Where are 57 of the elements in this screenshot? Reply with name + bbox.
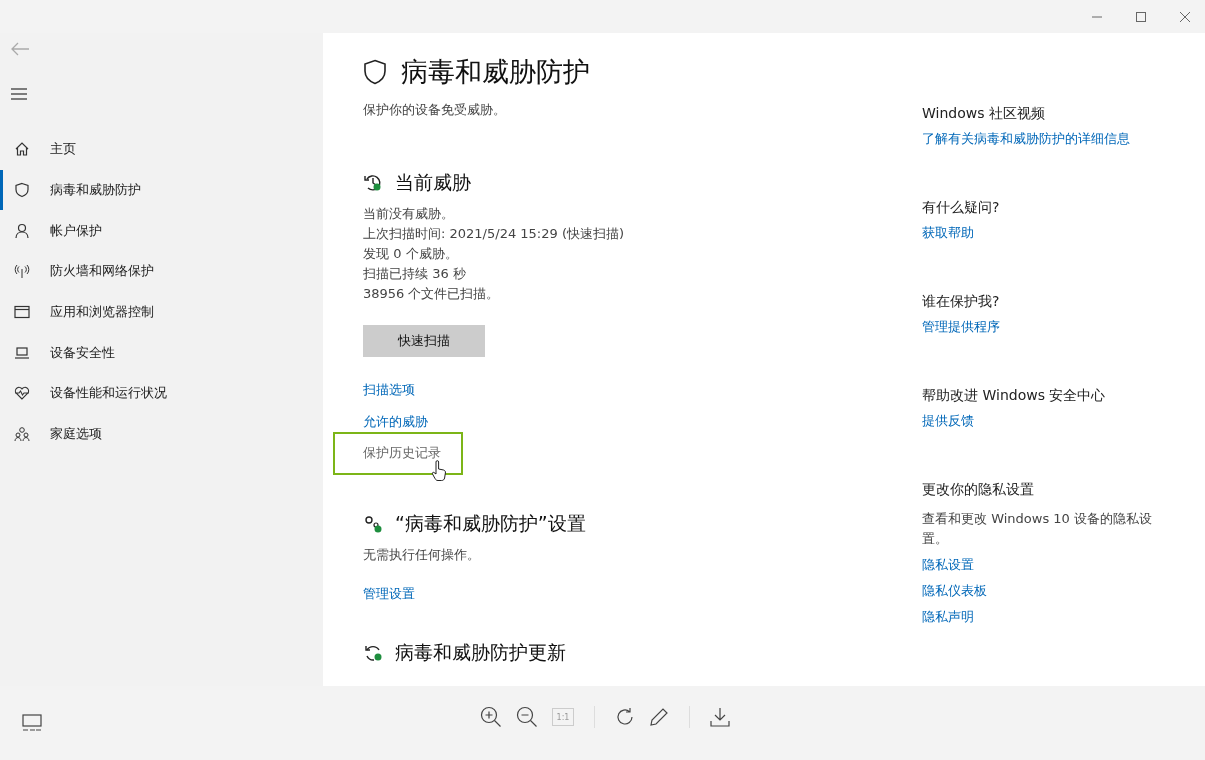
link[interactable]: 保护历史记录 bbox=[363, 445, 441, 460]
refresh-check-icon bbox=[363, 643, 383, 663]
rotate-icon[interactable] bbox=[615, 707, 635, 727]
sidebar-item[interactable]: 主页 bbox=[0, 129, 323, 170]
thumbnails-icon[interactable] bbox=[22, 714, 42, 732]
status-text: 当前没有威胁。 bbox=[363, 205, 454, 223]
aside-heading: 有什么疑问? bbox=[922, 198, 1000, 217]
link[interactable]: 了解有关病毒和威胁防护的详细信息 bbox=[922, 129, 1130, 149]
heart-pulse-icon bbox=[14, 385, 30, 402]
sidebar-item[interactable]: 防火墙和网络保护 bbox=[0, 251, 323, 292]
aside-text: 查看和更改 Windows 10 设备的隐私设置。 bbox=[922, 510, 1153, 548]
status-text: 38956 个文件已扫描。 bbox=[363, 285, 500, 303]
pencil-icon[interactable] bbox=[649, 707, 669, 727]
status-text: 扫描已持续 36 秒 bbox=[363, 265, 466, 283]
shield-icon bbox=[14, 182, 30, 199]
antenna-icon bbox=[14, 263, 30, 280]
person-icon bbox=[14, 222, 30, 239]
link[interactable]: 获取帮助 bbox=[922, 223, 974, 243]
sidebar-item[interactable]: 帐户保护 bbox=[0, 210, 323, 252]
link[interactable]: 管理设置 bbox=[363, 586, 415, 601]
page-title: 病毒和威胁防护 bbox=[401, 55, 590, 89]
status-text: 上次扫描时间: 2021/5/24 15:29 (快速扫描) bbox=[363, 225, 625, 243]
aside-heading: 更改你的隐私设置 bbox=[922, 480, 1034, 499]
aside-heading: Windows 社区视频 bbox=[922, 104, 1045, 123]
page-subtitle: 保护你的设备免受威胁。 bbox=[363, 101, 507, 119]
download-icon[interactable] bbox=[710, 707, 730, 727]
zoom-in-icon[interactable] bbox=[480, 706, 502, 728]
link[interactable]: 隐私声明 bbox=[922, 607, 974, 627]
link[interactable]: 提供反馈 bbox=[922, 411, 974, 431]
section-heading: 当前威胁 bbox=[395, 170, 471, 195]
sidebar-item[interactable]: 应用和浏览器控制 bbox=[0, 291, 323, 333]
status-text: 无需执行任何操作。 bbox=[363, 546, 480, 564]
section-heading: 病毒和威胁防护更新 bbox=[395, 640, 566, 665]
quick-scan-button[interactable]: 快速扫描 bbox=[363, 325, 485, 357]
clock-check-icon bbox=[363, 173, 383, 193]
sidebar-item[interactable]: 设备性能和运行状况 bbox=[0, 373, 323, 414]
status-text: 发现 0 个威胁。 bbox=[363, 245, 458, 263]
link[interactable]: 隐私设置 bbox=[922, 555, 974, 575]
aside-heading: 谁在保护我? bbox=[922, 292, 1000, 311]
section-heading: “病毒和威胁防护”设置 bbox=[395, 511, 586, 536]
laptop-icon bbox=[14, 344, 30, 361]
maximize-icon[interactable] bbox=[1135, 10, 1147, 23]
close-icon[interactable] bbox=[1179, 10, 1191, 23]
link[interactable]: 允许的威胁 bbox=[363, 414, 428, 429]
aside-heading: 帮助改进 Windows 安全中心 bbox=[922, 386, 1106, 405]
home-icon bbox=[14, 141, 30, 158]
menu-icon[interactable] bbox=[10, 88, 28, 100]
browser-window-icon bbox=[14, 304, 30, 321]
hand-cursor-icon bbox=[431, 460, 447, 482]
link[interactable]: 隐私仪表板 bbox=[922, 581, 987, 601]
family-icon bbox=[14, 426, 30, 443]
link[interactable]: 管理提供程序 bbox=[922, 317, 1000, 337]
shield-icon bbox=[363, 59, 387, 85]
zoom-out-icon[interactable] bbox=[516, 706, 538, 728]
link[interactable]: 扫描选项 bbox=[363, 382, 415, 397]
sidebar-item[interactable]: 设备安全性 bbox=[0, 332, 323, 374]
sidebar-item[interactable]: 家庭选项 bbox=[0, 413, 323, 455]
